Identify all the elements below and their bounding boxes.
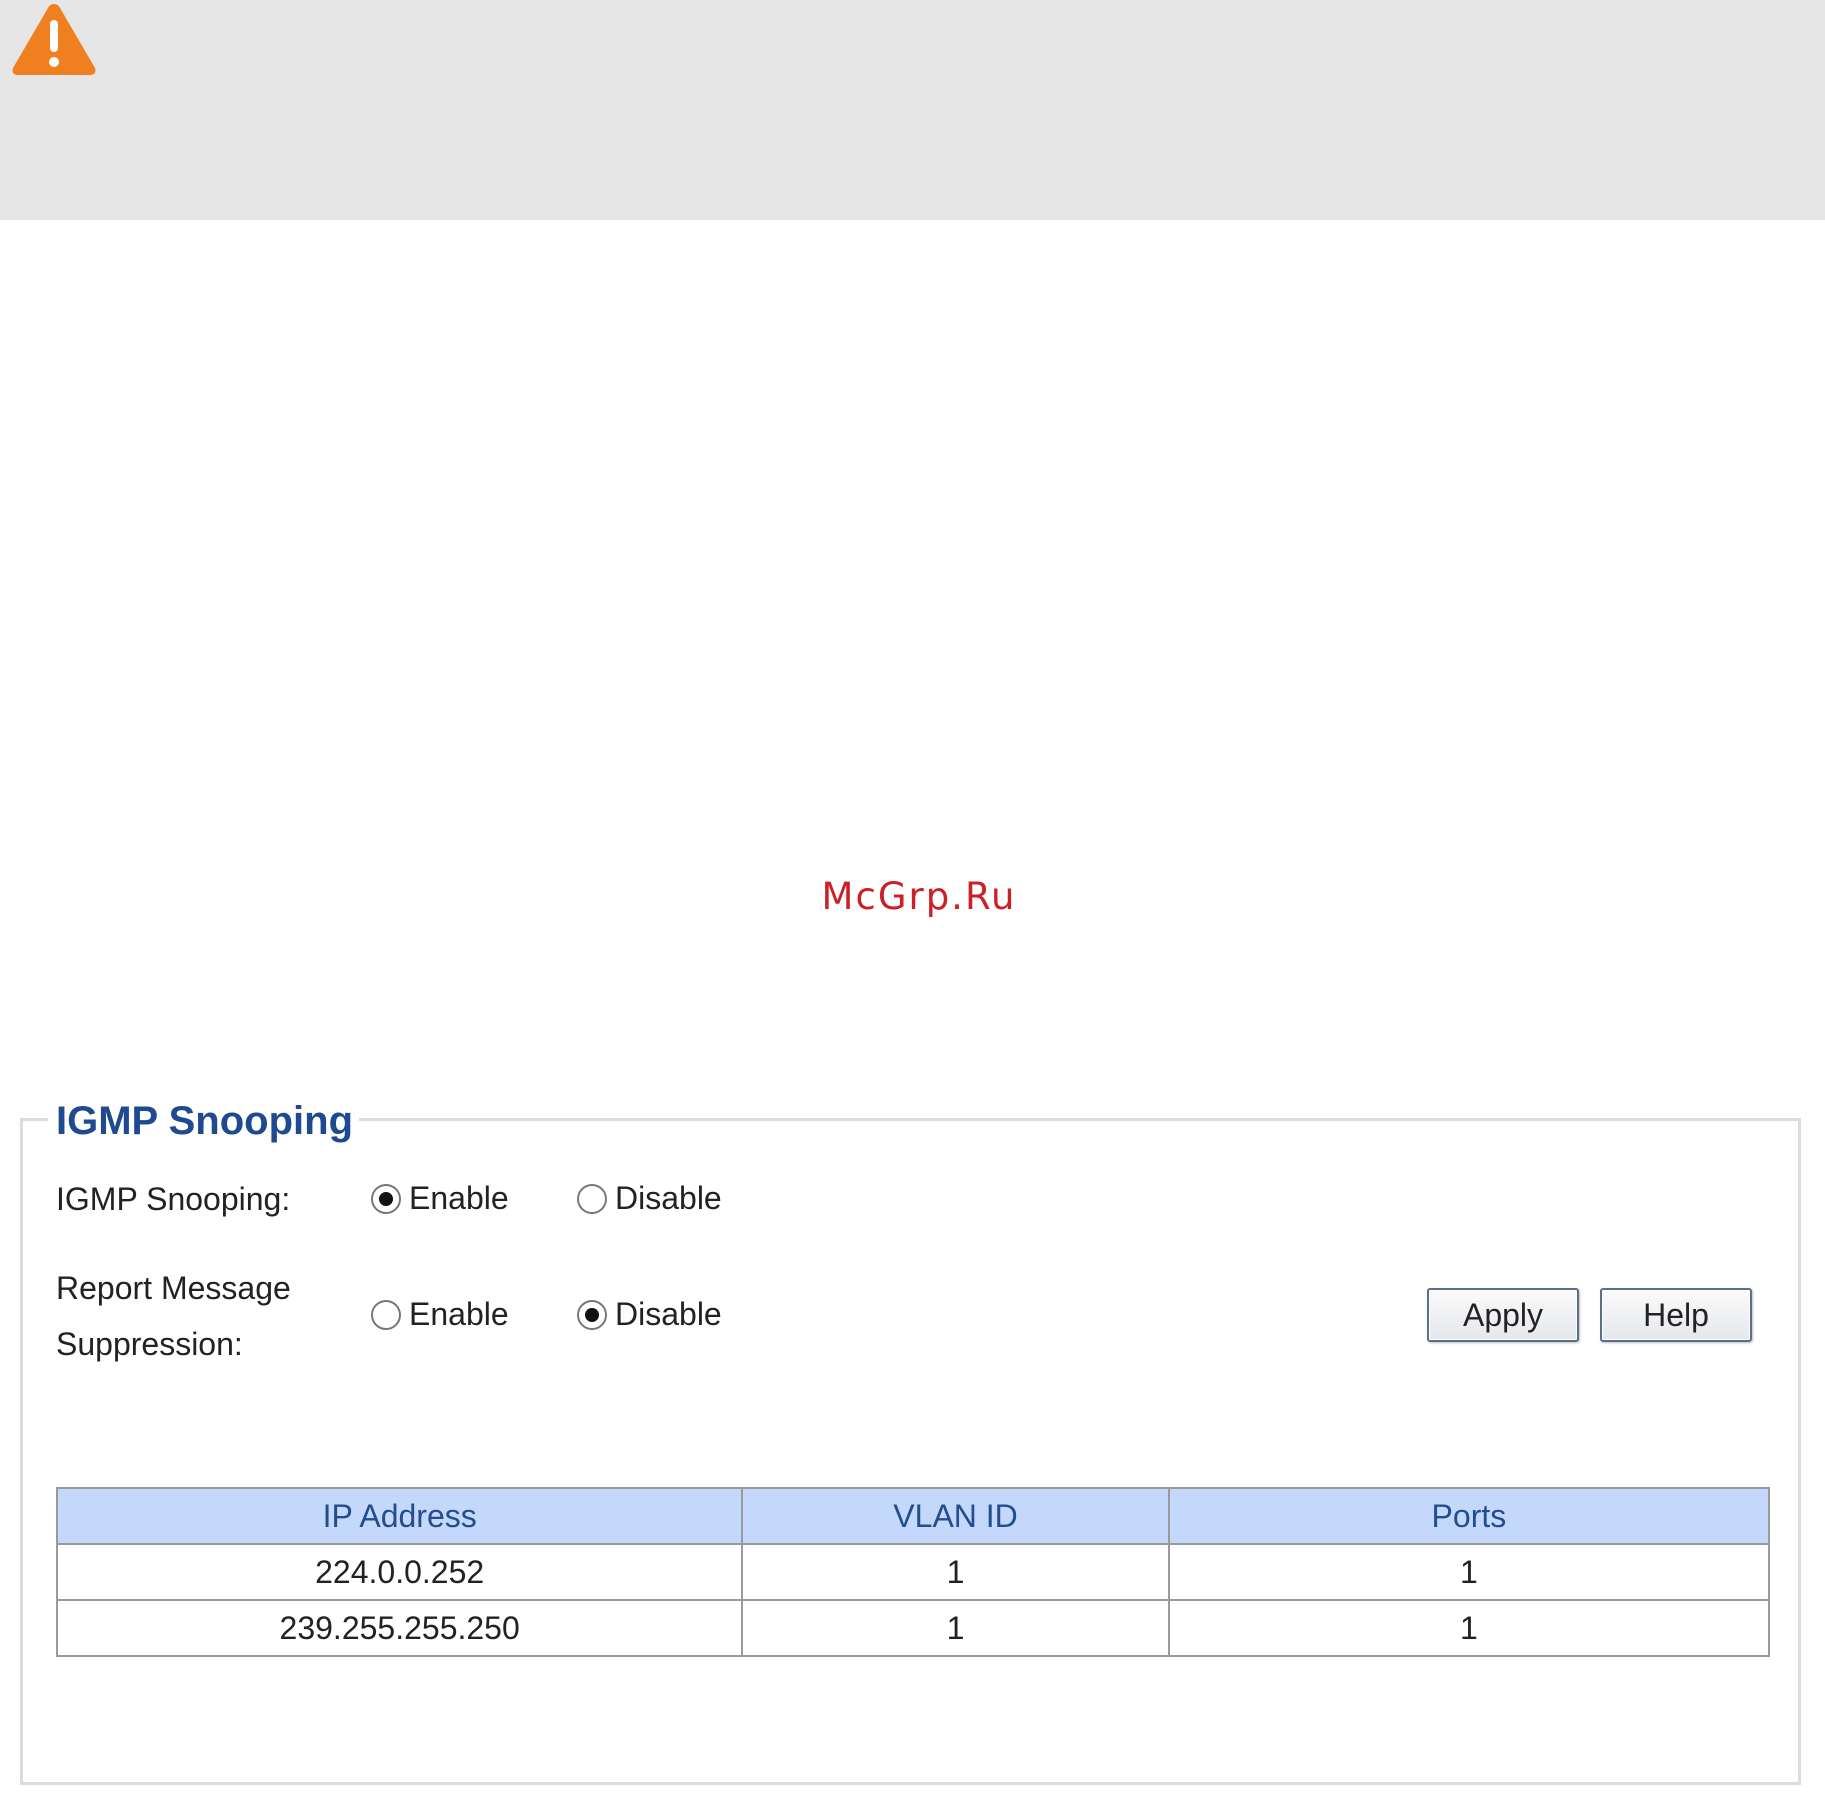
report-suppression-label: Report Message Suppression: [56,1270,291,1362]
radio-label: Disable [615,1180,722,1216]
ports-cell: 1 [1167,1543,1771,1601]
radio-label: Enable [409,1180,509,1216]
radio-indicator [577,1183,607,1214]
ports-cell: 1 [1167,1599,1771,1657]
igmp-snooping-label: IGMP Snooping: [56,1181,291,1217]
column-header-ip-address: IP Address [55,1487,744,1545]
radio-label: Enable [409,1296,509,1332]
column-header-vlan-id: VLAN ID [741,1487,1170,1545]
note-bar [0,0,1825,220]
vlan-id-cell: 1 [741,1543,1170,1601]
column-header-ports: Ports [1167,1487,1771,1545]
ip-address-cell: 224.0.0.252 [55,1543,744,1601]
table-header-row: IP Address VLAN ID Ports [55,1487,1771,1545]
report-suppression-disable-radio[interactable]: Disable [577,1296,722,1333]
watermark: McGrp.Ru [821,875,1017,918]
panel-title: IGMP Snooping [48,1097,360,1145]
multicast-table: IP Address VLAN ID Ports 224.0.0.252 1 1… [55,1487,1771,1657]
warning-icon [12,4,96,75]
radio-indicator [371,1183,401,1214]
radio-label: Disable [615,1296,722,1332]
ip-address-cell: 239.255.255.250 [55,1599,744,1657]
table-row: 224.0.0.252 1 1 [55,1543,1771,1601]
radio-indicator [577,1299,607,1330]
vlan-id-cell: 1 [741,1599,1170,1657]
igmp-snooping-panel [20,1118,1801,1785]
igmp-snooping-enable-radio[interactable]: Enable [371,1180,509,1217]
table-row: 239.255.255.250 1 1 [55,1599,1771,1657]
igmp-snooping-disable-radio[interactable]: Disable [577,1180,722,1217]
help-button[interactable]: Help [1600,1288,1752,1342]
report-suppression-enable-radio[interactable]: Enable [371,1296,509,1333]
radio-indicator [371,1299,401,1330]
apply-button[interactable]: Apply [1427,1288,1579,1342]
